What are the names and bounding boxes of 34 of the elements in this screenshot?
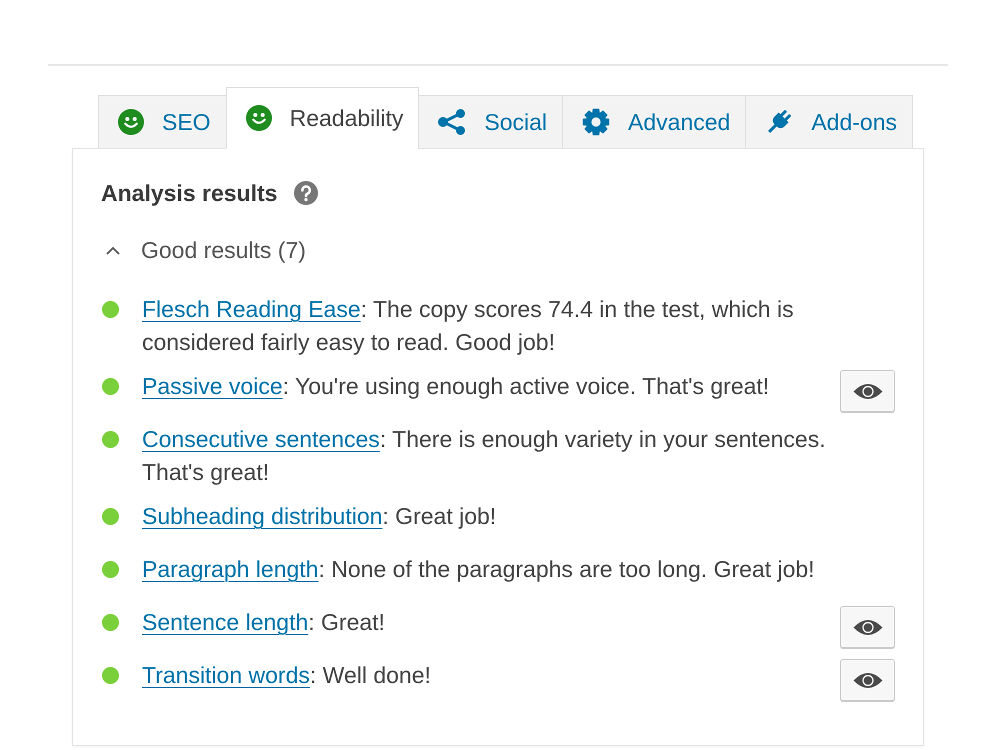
eye-icon xyxy=(852,382,882,400)
smiley-icon xyxy=(246,105,272,131)
result-text: Passive voice: You're using enough active voice. That's great! xyxy=(142,372,770,401)
results-group-toggle[interactable]: Good results (7) xyxy=(101,234,306,267)
result-link[interactable]: Paragraph length xyxy=(142,556,318,582)
result-link[interactable]: Consecutive sentences xyxy=(142,426,380,452)
help-icon[interactable] xyxy=(294,181,318,205)
tab[interactable]: Social xyxy=(418,95,564,149)
result-link[interactable]: Sentence length xyxy=(142,609,308,635)
highlight-button[interactable] xyxy=(840,659,895,701)
result-text: Subheading distribution: Great job! xyxy=(142,502,498,531)
gear-icon xyxy=(582,108,610,136)
tab[interactable]: SEO xyxy=(98,95,227,149)
result-link[interactable]: Transition words xyxy=(142,662,310,688)
result-text: Sentence length: Great! xyxy=(142,608,386,637)
result-link[interactable]: Flesch Reading Ease xyxy=(142,296,361,322)
smiley-icon xyxy=(118,109,144,135)
plug-icon xyxy=(765,108,794,136)
result-text: Transition words: Well done! xyxy=(142,661,432,690)
section-heading: Analysis results xyxy=(101,179,278,207)
tab[interactable]: Advanced xyxy=(562,95,746,149)
result-text: Flesch Reading Ease: The copy scores 74.4 in the test, which is considered fairly easy to read. Good job! xyxy=(142,295,795,357)
highlight-button[interactable] xyxy=(840,606,895,648)
tab[interactable]: Add-ons xyxy=(745,95,914,149)
chevron-icon xyxy=(106,246,120,256)
result-text: Consecutive sentences: There is enough variety in your sentences. That's great! xyxy=(142,425,827,487)
share-icon xyxy=(438,109,466,135)
result-text: Paragraph length: None of the paragraphs are too long. Great job! xyxy=(142,555,816,584)
highlight-button[interactable] xyxy=(840,370,895,412)
eye-icon xyxy=(852,618,882,636)
eye-icon xyxy=(852,670,882,690)
result-link[interactable]: Passive voice xyxy=(142,373,283,399)
tab[interactable]: Readability xyxy=(226,87,420,149)
result-link[interactable]: Subheading distribution xyxy=(142,503,382,529)
